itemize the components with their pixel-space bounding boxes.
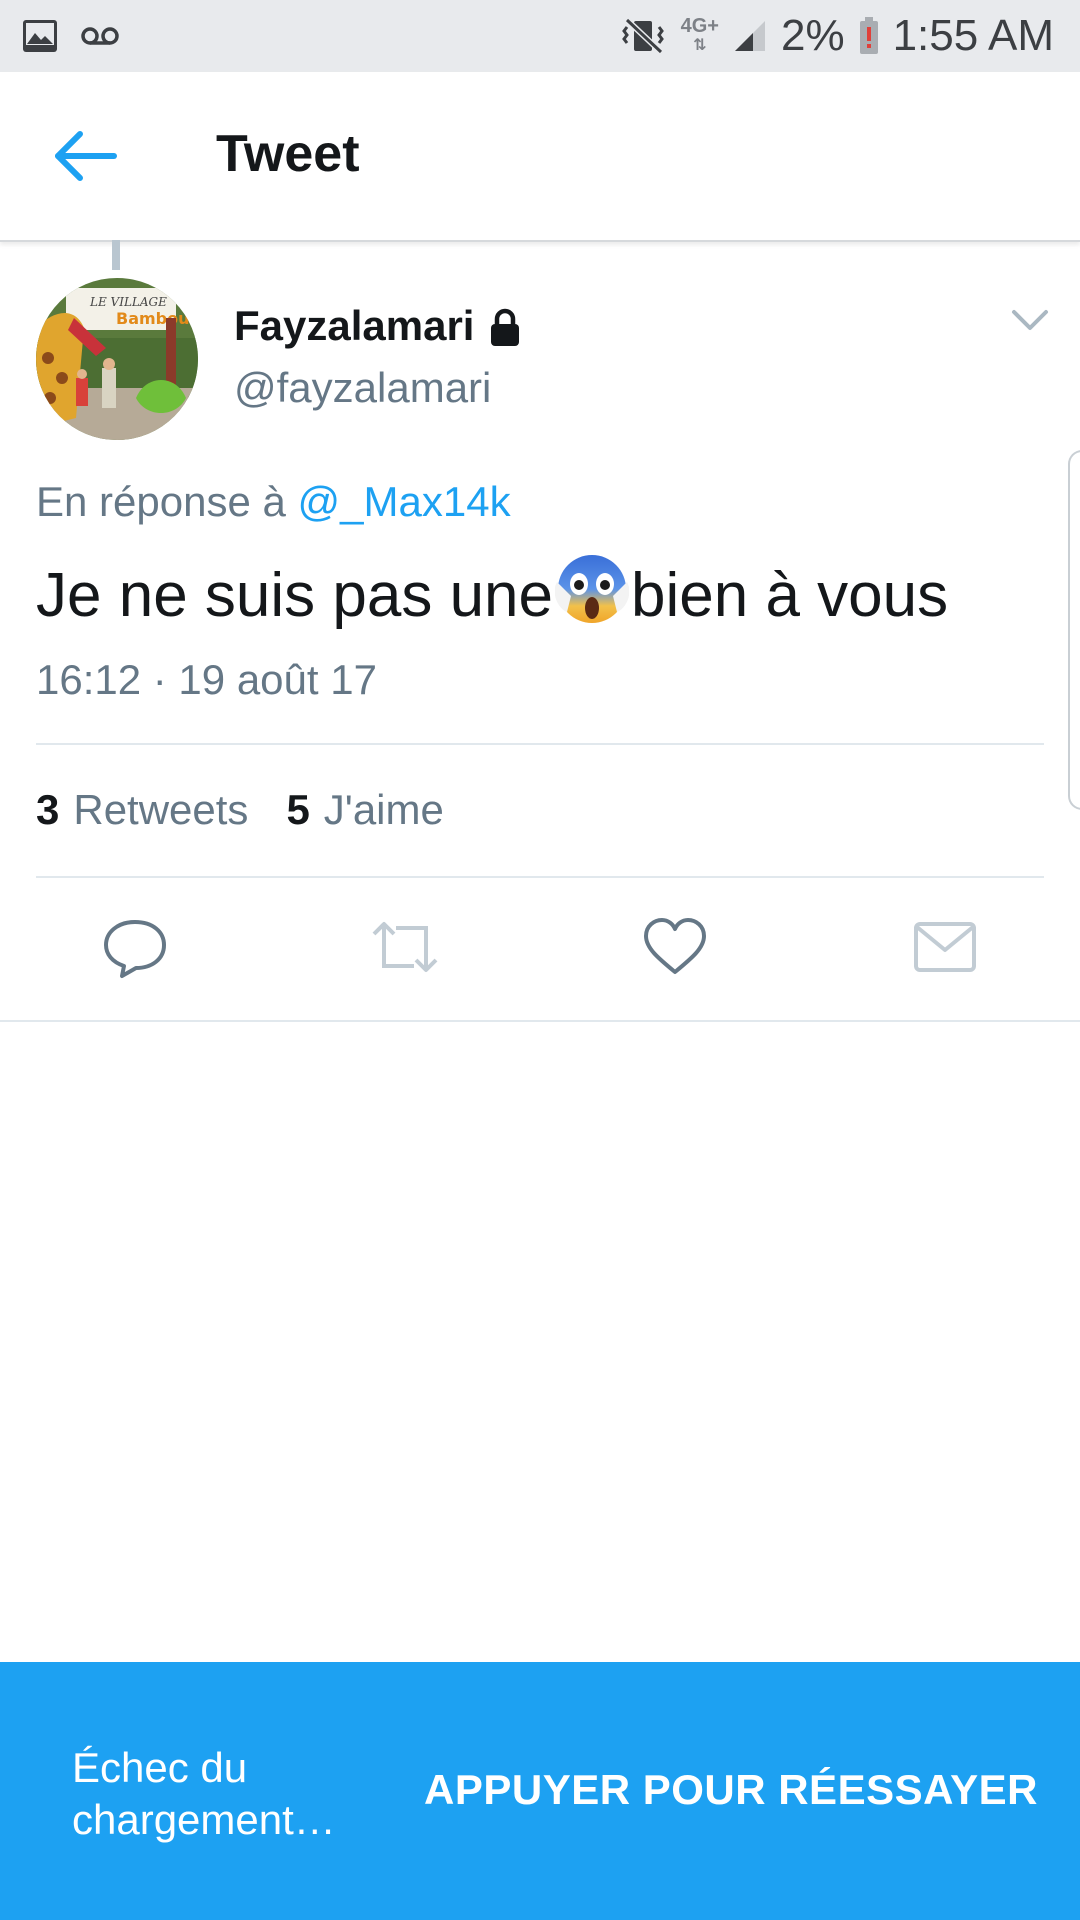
likes-label: J'aime (323, 786, 444, 833)
arrow-left-icon[interactable] (50, 130, 120, 182)
scream-emoji-icon (555, 555, 630, 623)
network-indicator: 4G+ ⇅ (681, 16, 719, 56)
app-header: Tweet (0, 72, 1080, 242)
tweet-stats: 3 Retweets 5 J'aime (36, 786, 444, 834)
reply-icon[interactable] (100, 912, 170, 982)
svg-text:LE VILLAGE: LE VILLAGE (89, 295, 167, 309)
divider (36, 876, 1044, 878)
battery-low-icon (859, 17, 878, 54)
vibrate-icon (621, 17, 664, 55)
thread-connector (112, 240, 120, 270)
lock-icon (491, 308, 519, 346)
tweet-text: Je ne suis pas une bien à vous (36, 552, 948, 631)
clock: 1:55 AM (892, 11, 1054, 60)
direct-message-icon[interactable] (910, 912, 980, 982)
retweet-icon[interactable] (370, 912, 440, 982)
retweets-count: 3 (36, 786, 60, 833)
likes-count: 5 (286, 786, 310, 833)
display-name[interactable]: Fayzalamari (234, 302, 474, 350)
like-icon[interactable] (640, 912, 710, 982)
load-error-bar: Échec du chargement… APPUYER POUR RÉESSA… (0, 1662, 1080, 1920)
retweets-stat[interactable]: 3 Retweets (36, 786, 248, 834)
network-type: 4G+ (680, 15, 719, 37)
likes-stat[interactable]: 5 J'aime (286, 786, 443, 834)
divider (0, 1020, 1080, 1022)
signal-icon (734, 21, 765, 51)
page-title: Tweet (216, 125, 360, 183)
reply-prefix: En réponse à (36, 478, 298, 525)
tweet-text-before: Je ne suis pas une (36, 561, 554, 630)
chevron-down-icon[interactable] (1010, 306, 1050, 334)
reply-mention-link[interactable]: @_Max14k (298, 478, 511, 525)
status-bar-right: 4G+ ⇅ 2% 1:55 AM (621, 11, 1080, 61)
voicemail-icon (81, 27, 119, 45)
status-bar-left (0, 19, 120, 53)
user-handle[interactable]: @fayzalamari (234, 364, 491, 412)
image-icon (23, 20, 57, 52)
reply-context: En réponse à @_Max14k (36, 478, 511, 526)
data-arrows-icon: ⇅ (693, 37, 707, 54)
error-message: Échec du chargement… (72, 1744, 336, 1843)
scroll-indicator[interactable] (1068, 450, 1080, 810)
avatar[interactable]: LE VILLAGE Bambou (36, 278, 198, 440)
battery-percent: 2% (780, 11, 845, 60)
tweet-timestamp: 16:12 · 19 août 17 (36, 656, 377, 703)
retweets-label: Retweets (73, 786, 249, 833)
svg-text:Bambou: Bambou (116, 309, 190, 328)
retry-button[interactable]: APPUYER POUR RÉESSAYER (424, 1766, 1038, 1814)
status-bar: 4G+ ⇅ 2% 1:55 AM (0, 0, 1080, 72)
tweet-actions (0, 912, 1080, 984)
tweet-text-after: bien à vous (631, 561, 949, 630)
divider (36, 743, 1044, 745)
